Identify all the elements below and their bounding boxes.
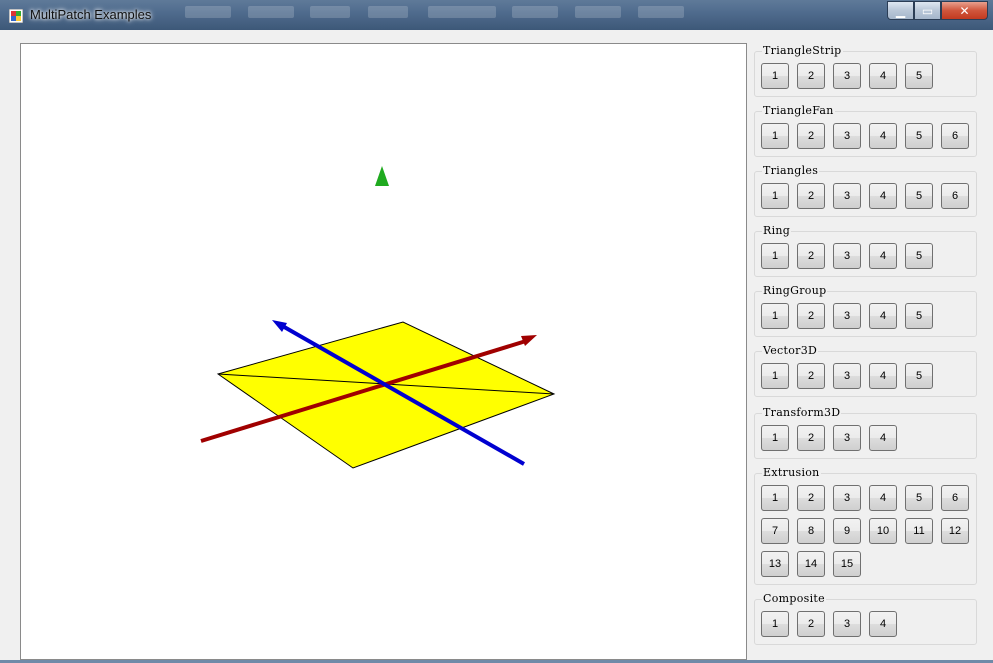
z-axis-arrowhead (272, 320, 287, 332)
minimize-icon: ▁ (895, 3, 906, 18)
group-trianglefan: TriangleFan 1 2 3 4 5 6 (754, 104, 977, 157)
trianglestrip-example-button[interactable]: 4 (869, 63, 897, 89)
app-icon (8, 8, 24, 24)
ring-example-button[interactable]: 1 (761, 243, 789, 269)
trianglestrip-example-button[interactable]: 3 (833, 63, 861, 89)
extrusion-example-button[interactable]: 14 (797, 551, 825, 577)
trianglestrip-example-button[interactable]: 5 (905, 63, 933, 89)
group-ringgroup: RingGroup 1 2 3 4 5 (754, 284, 977, 337)
ring-example-button[interactable]: 3 (833, 243, 861, 269)
app-window: MultiPatch Examples ▁ ▭ ✕ TriangleStrip … (0, 0, 993, 660)
group-label: Ring (762, 224, 792, 237)
extrusion-example-button[interactable]: 7 (761, 518, 789, 544)
group-triangles: Triangles 1 2 3 4 5 6 (754, 164, 977, 217)
composite-example-button[interactable]: 4 (869, 611, 897, 637)
trianglefan-example-button[interactable]: 5 (905, 123, 933, 149)
x-axis-arrowhead (521, 335, 537, 346)
group-composite: Composite 1 2 3 4 (754, 592, 977, 645)
extrusion-example-button[interactable]: 1 (761, 485, 789, 511)
extrusion-example-button[interactable]: 15 (833, 551, 861, 577)
group-label: Triangles (762, 164, 820, 177)
extrusion-example-button[interactable]: 11 (905, 518, 933, 544)
ringgroup-example-button[interactable]: 1 (761, 303, 789, 329)
triangles-example-button[interactable]: 2 (797, 183, 825, 209)
window-title: MultiPatch Examples (30, 7, 152, 22)
group-label: Extrusion (762, 466, 821, 479)
client-area: TriangleStrip 1 2 3 4 5 TriangleFan 1 2 3 4 5 6 Trian… (8, 30, 993, 660)
group-label: Transform3D (762, 406, 842, 419)
transform3d-example-button[interactable]: 4 (869, 425, 897, 451)
vector3d-example-button[interactable]: 1 (761, 363, 789, 389)
transform3d-example-button[interactable]: 1 (761, 425, 789, 451)
ringgroup-example-button[interactable]: 5 (905, 303, 933, 329)
trianglefan-example-button[interactable]: 3 (833, 123, 861, 149)
composite-example-button[interactable]: 2 (797, 611, 825, 637)
vector3d-example-button[interactable]: 4 (869, 363, 897, 389)
ringgroup-example-button[interactable]: 4 (869, 303, 897, 329)
triangles-example-button[interactable]: 1 (761, 183, 789, 209)
group-label: RingGroup (762, 284, 828, 297)
extrusion-example-button[interactable]: 9 (833, 518, 861, 544)
blurred-background-text (512, 6, 558, 18)
composite-example-button[interactable]: 3 (833, 611, 861, 637)
triangles-example-button[interactable]: 5 (905, 183, 933, 209)
maximize-button[interactable]: ▭ (914, 1, 941, 20)
blurred-background-text (185, 6, 231, 18)
vector3d-example-button[interactable]: 2 (797, 363, 825, 389)
trianglestrip-example-button[interactable]: 1 (761, 63, 789, 89)
ring-example-button[interactable]: 5 (905, 243, 933, 269)
blurred-background-text (248, 6, 294, 18)
blurred-background-text (638, 6, 684, 18)
vector3d-example-button[interactable]: 5 (905, 363, 933, 389)
minimize-button[interactable]: ▁ (887, 1, 914, 20)
transform3d-example-button[interactable]: 3 (833, 425, 861, 451)
extrusion-example-button[interactable]: 13 (761, 551, 789, 577)
triangles-example-button[interactable]: 6 (941, 183, 969, 209)
extrusion-example-button[interactable]: 4 (869, 485, 897, 511)
group-label: Composite (762, 592, 826, 605)
trianglefan-example-button[interactable]: 4 (869, 123, 897, 149)
group-label: Vector3D (762, 344, 819, 357)
blurred-background-text (368, 6, 408, 18)
extrusion-example-button[interactable]: 12 (941, 518, 969, 544)
extrusion-example-button[interactable]: 8 (797, 518, 825, 544)
trianglestrip-example-button[interactable]: 2 (797, 63, 825, 89)
group-transform3d: Transform3D 1 2 3 4 (754, 406, 977, 459)
triangles-example-button[interactable]: 3 (833, 183, 861, 209)
transform3d-example-button[interactable]: 2 (797, 425, 825, 451)
extrusion-example-button[interactable]: 2 (797, 485, 825, 511)
group-label: TriangleFan (762, 104, 835, 117)
examples-panel: TriangleStrip 1 2 3 4 5 TriangleFan 1 2 3 4 5 6 Trian… (754, 40, 993, 660)
ringgroup-example-button[interactable]: 2 (797, 303, 825, 329)
blurred-background-text (575, 6, 621, 18)
ring-example-button[interactable]: 4 (869, 243, 897, 269)
ring-example-button[interactable]: 2 (797, 243, 825, 269)
extrusion-example-button[interactable]: 5 (905, 485, 933, 511)
maximize-icon: ▭ (921, 3, 934, 18)
title-bar[interactable]: MultiPatch Examples ▁ ▭ ✕ (0, 0, 993, 30)
ringgroup-example-button[interactable]: 3 (833, 303, 861, 329)
scene-canvas (200, 166, 556, 550)
group-trianglestrip: TriangleStrip 1 2 3 4 5 (754, 44, 977, 97)
trianglefan-example-button[interactable]: 2 (797, 123, 825, 149)
close-icon: ✕ (959, 3, 970, 18)
blurred-background-text (310, 6, 350, 18)
square-plane (216, 321, 556, 469)
composite-example-button[interactable]: 1 (761, 611, 789, 637)
extrusion-example-button[interactable]: 3 (833, 485, 861, 511)
extrusion-example-button[interactable]: 10 (869, 518, 897, 544)
y-axis-arrowhead (375, 166, 389, 186)
group-ring: Ring 1 2 3 4 5 (754, 224, 977, 277)
trianglefan-example-button[interactable]: 6 (941, 123, 969, 149)
extrusion-example-button[interactable]: 6 (941, 485, 969, 511)
triangles-example-button[interactable]: 4 (869, 183, 897, 209)
group-vector3d: Vector3D 1 2 3 4 5 (754, 344, 977, 397)
blurred-background-text (428, 6, 496, 18)
close-button[interactable]: ✕ (941, 1, 988, 20)
trianglefan-example-button[interactable]: 1 (761, 123, 789, 149)
scene-viewport[interactable] (20, 43, 747, 660)
vector3d-example-button[interactable]: 3 (833, 363, 861, 389)
group-label: TriangleStrip (762, 44, 843, 57)
group-extrusion: Extrusion 1 2 3 4 5 6 7 8 9 10 11 12 13 14 15 (754, 466, 977, 585)
